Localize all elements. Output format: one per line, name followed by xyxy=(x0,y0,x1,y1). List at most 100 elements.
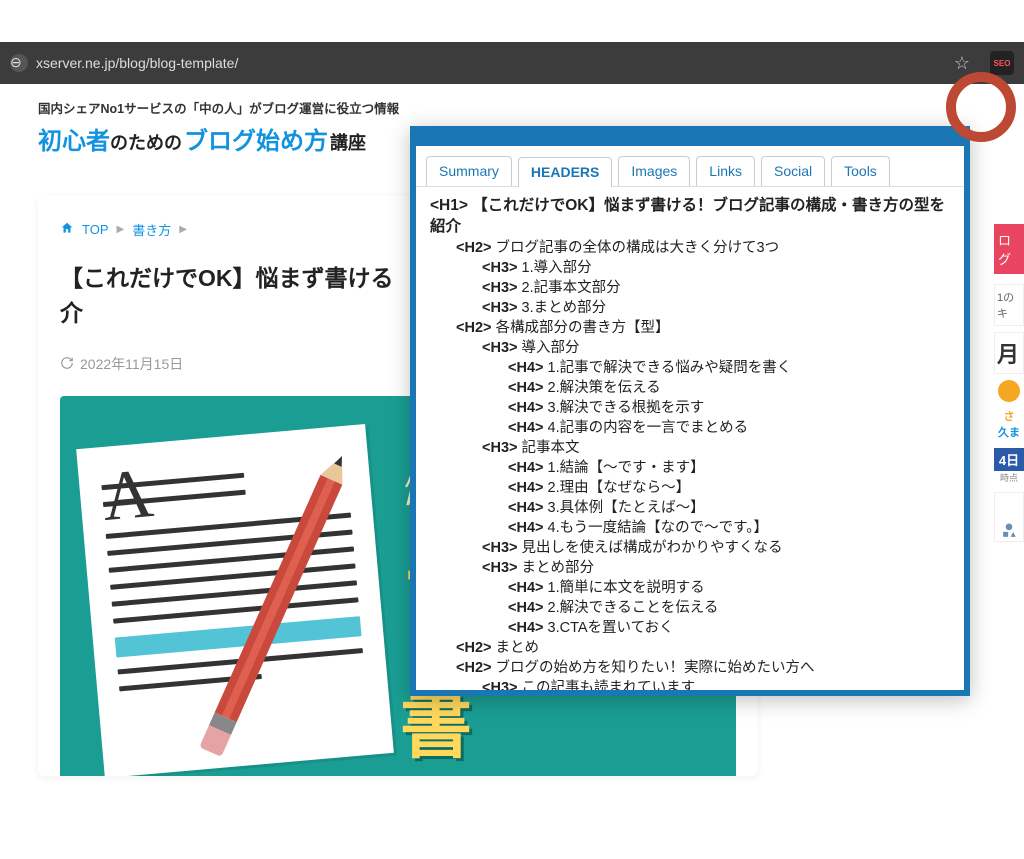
tab-social[interactable]: Social xyxy=(761,156,825,186)
heading-text: まとめ xyxy=(496,640,540,656)
heading-tag: <H4> xyxy=(508,460,548,476)
hero-letter-a: A xyxy=(100,469,155,522)
heading-tag: <H4> xyxy=(508,480,548,496)
heading-item: <H3> 記事本文 xyxy=(430,438,950,458)
sidebar-box: 月 xyxy=(994,332,1024,374)
heading-item: <H4> 4.記事の内容を一言でまとめる xyxy=(430,418,950,438)
heading-text: 3.CTAを置いておく xyxy=(548,620,674,636)
breadcrumb-category[interactable]: 書き方 xyxy=(132,220,171,239)
refresh-icon xyxy=(60,356,74,373)
heading-item: <H3> 2.記事本文部分 xyxy=(430,278,950,298)
tab-images[interactable]: Images xyxy=(618,156,690,186)
bookmark-star-icon[interactable]: ☆ xyxy=(954,53,970,74)
sidebar-widget xyxy=(994,492,1024,542)
heading-item: <H2> ブログの始め方を知りたい！実際に始めたい方へ xyxy=(430,658,950,678)
date-text: 2022年11月15日 xyxy=(80,354,183,374)
heading-text: 各構成部分の書き方【型】 xyxy=(496,320,670,336)
seo-extension-icon[interactable]: SEO xyxy=(990,51,1014,75)
heading-text: ブログの始め方を知りたい！実際に始めたい方へ xyxy=(496,660,815,676)
heading-item: <H4> 1.簡単に本文を説明する xyxy=(430,578,950,598)
heading-text: 1.結論【〜です・ます】 xyxy=(548,460,705,476)
heading-text: 2.理由【なぜなら〜】 xyxy=(548,480,691,496)
heading-text: 2.記事本文部分 xyxy=(522,280,621,296)
heading-tag: <H4> xyxy=(508,380,548,396)
tab-summary[interactable]: Summary xyxy=(426,156,512,186)
heading-tag: <H3> xyxy=(482,560,522,576)
heading-tag: <H3> xyxy=(482,340,522,356)
heading-tag: <H3> xyxy=(482,280,522,296)
heading-h1: <H1> 【これだけでOK】悩まず書ける！ブログ記事の構成・書き方の型を紹介 xyxy=(430,195,950,238)
heading-item: <H3> 見出しを使えば構成がわかりやすくなる xyxy=(430,538,950,558)
heading-tag: <H4> xyxy=(508,500,548,516)
heading-item: <H4> 4.もう一度結論【なので〜です。】 xyxy=(430,518,950,538)
heading-text: 4.もう一度結論【なので〜です。】 xyxy=(548,520,768,536)
sidebar-tag[interactable]: ログ xyxy=(994,224,1024,274)
heading-text: 1.簡単に本文を説明する xyxy=(548,580,705,596)
seo-headers-panel[interactable]: <H1> 【これだけでOK】悩まず書ける！ブログ記事の構成・書き方の型を紹介 <… xyxy=(416,187,964,690)
heading-tag: <H3> xyxy=(482,540,522,556)
heading-tag: <H3> xyxy=(482,300,522,316)
heading-text: 4.記事の内容を一言でまとめる xyxy=(548,420,749,436)
heading-item: <H4> 3.解決できる根拠を示す xyxy=(430,398,950,418)
breadcrumb-top[interactable]: TOP xyxy=(82,222,109,237)
heading-item: <H4> 3.具体例【たとえば〜】 xyxy=(430,498,950,518)
heading-tree: <H2> ブログ記事の全体の構成は大きく分けて3つ<H3> 1.導入部分<H3>… xyxy=(430,238,950,690)
heading-tag: <H4> xyxy=(508,400,548,416)
browser-address-bar: ⊖ xserver.ne.jp/blog/blog-template/ ☆ SE… xyxy=(0,42,1024,84)
heading-text: 3.具体例【たとえば〜】 xyxy=(548,500,705,516)
heading-item: <H4> 2.解決策を伝える xyxy=(430,378,950,398)
heading-tag: <H4> xyxy=(508,520,548,536)
heading-item: <H3> 1.導入部分 xyxy=(430,258,950,278)
sidebar-box: 1の キ xyxy=(994,284,1024,326)
heading-text: 3.解決できる根拠を示す xyxy=(548,400,705,416)
logo-part-4: 講座 xyxy=(330,129,366,155)
logo-part-2: のための xyxy=(110,129,182,155)
heading-item: <H4> 3.CTAを置いておく xyxy=(430,618,950,638)
heading-item: <H4> 1.結論【〜です・ます】 xyxy=(430,458,950,478)
heading-tag: <H4> xyxy=(508,620,548,636)
heading-text: ブログ記事の全体の構成は大きく分けて3つ xyxy=(496,240,780,256)
heading-text: 3.まとめ部分 xyxy=(522,300,607,316)
heading-item: <H2> まとめ xyxy=(430,638,950,658)
heading-tag: <H4> xyxy=(508,580,548,596)
tab-links[interactable]: Links xyxy=(696,156,755,186)
site-tagline: 国内シェアNo1サービスの「中の人」がブログ運営に役立つ情報 xyxy=(38,98,1004,117)
heading-text: 見出しを使えば構成がわかりやすくなる xyxy=(522,540,783,556)
heading-tag: <H2> xyxy=(456,640,496,656)
heading-tag: <H4> xyxy=(508,600,548,616)
heading-text: 導入部分 xyxy=(522,340,580,356)
sidebar-countdown: 4日 xyxy=(994,448,1024,471)
heading-item: <H4> 1.記事で解決できる悩みや疑問を書く xyxy=(430,358,950,378)
heading-text: 2.解決できることを伝える xyxy=(548,600,719,616)
site-settings-icon[interactable]: ⊖ xyxy=(10,54,28,72)
breadcrumb-sep-icon: ▶ xyxy=(117,224,125,235)
heading-item: <H3> 導入部分 xyxy=(430,338,950,358)
heading-tag: <H3> xyxy=(482,440,522,456)
heading-item: <H4> 2.解決できることを伝える xyxy=(430,598,950,618)
heading-item: <H2> 各構成部分の書き方【型】 xyxy=(430,318,950,338)
heading-item: <H3> 3.まとめ部分 xyxy=(430,298,950,318)
breadcrumb-sep-icon: ▶ xyxy=(179,224,187,235)
heading-text: この記事も読まれています xyxy=(522,680,696,690)
heading-text: 1.導入部分 xyxy=(522,260,592,276)
heading-tag: <H3> xyxy=(482,260,522,276)
logo-part-3: ブログ始め方 xyxy=(184,121,328,156)
url-text: xserver.ne.jp/blog/blog-template/ xyxy=(36,55,238,71)
heading-text: まとめ部分 xyxy=(522,560,595,576)
heading-text: 2.解決策を伝える xyxy=(548,380,661,396)
heading-item: <H3> この記事も読まれています xyxy=(430,678,950,690)
heading-item: <H3> まとめ部分 xyxy=(430,558,950,578)
heading-tag: <H3> xyxy=(482,680,522,690)
tab-tools[interactable]: Tools xyxy=(831,156,890,186)
tab-headers[interactable]: HEADERS xyxy=(518,157,612,187)
heading-tag: <H4> xyxy=(508,360,548,376)
sidebar-time-note: 時点 xyxy=(994,471,1024,484)
sidebar-partial: ログ 1の キ 月 さ 久ま 4日 時点 xyxy=(994,224,1024,542)
logo-part-1: 初心者 xyxy=(38,121,110,156)
home-icon[interactable] xyxy=(60,221,74,238)
heading-text: 1.記事で解決できる悩みや疑問を書く xyxy=(548,360,792,376)
heading-text: 記事本文 xyxy=(522,440,580,456)
shapes-icon xyxy=(999,521,1019,541)
url-display[interactable]: ⊖ xserver.ne.jp/blog/blog-template/ xyxy=(10,54,238,72)
sidebar-text: さ 久ま xyxy=(994,408,1024,440)
